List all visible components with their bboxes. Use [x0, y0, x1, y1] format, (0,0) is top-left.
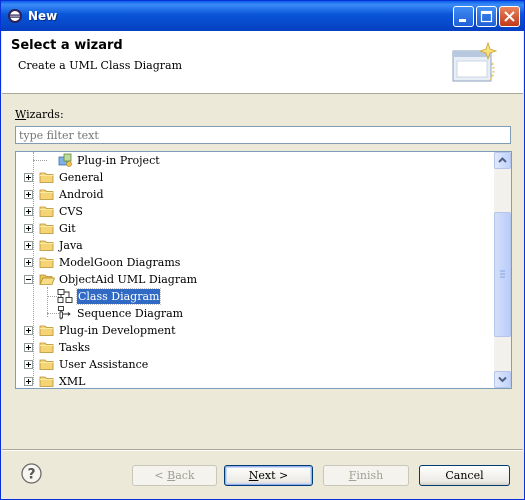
- scroll-thumb[interactable]: [494, 212, 511, 337]
- finish-button-label: inish: [356, 469, 384, 482]
- maximize-button[interactable]: [476, 6, 497, 27]
- tree-item-label: User Assistance: [59, 358, 149, 371]
- plugin-project-icon: [58, 153, 72, 167]
- tree-item-label: Plug-in Development: [59, 324, 176, 337]
- folder-icon: [39, 342, 54, 353]
- back-button-prefix: <: [154, 469, 168, 482]
- tree-vertical-scrollbar[interactable]: [494, 152, 511, 388]
- tree-item-label: ObjectAid UML Diagram: [59, 273, 198, 286]
- tree-item[interactable]: ModelGoon Diagrams: [16, 254, 494, 271]
- back-button[interactable]: < Back: [132, 465, 217, 486]
- maximize-icon: [480, 10, 493, 23]
- tree-item[interactable]: Android: [16, 186, 494, 203]
- tree-item-label: Android: [59, 188, 104, 201]
- tree-item-label: Sequence Diagram: [77, 307, 184, 320]
- tree-item[interactable]: General: [16, 169, 494, 186]
- tree-item[interactable]: User Assistance: [16, 356, 494, 373]
- eclipse-icon: [8, 9, 22, 23]
- tree-item-label: Git: [59, 222, 76, 235]
- chevron-down-icon: [498, 376, 507, 383]
- next-button[interactable]: Next >: [224, 465, 313, 486]
- page-description: Create a UML Class Diagram: [18, 59, 183, 72]
- folder-icon: [39, 206, 54, 217]
- close-button[interactable]: [499, 6, 520, 27]
- expand-icon[interactable]: [24, 241, 33, 250]
- wizards-label: Wizards:: [15, 108, 64, 121]
- page-title: Select a wizard: [11, 38, 123, 53]
- folder-icon: [39, 325, 54, 336]
- expand-icon[interactable]: [24, 360, 33, 369]
- tree-item-label: CVS: [59, 205, 83, 218]
- scroll-down-button[interactable]: [494, 371, 511, 388]
- tree-item[interactable]: Git: [16, 220, 494, 237]
- expand-icon[interactable]: [24, 258, 33, 267]
- folder-icon: [39, 376, 54, 387]
- filter-input[interactable]: [15, 126, 511, 144]
- wizard-header: Select a wizard Create a UML Class Diagr…: [2, 31, 523, 94]
- window-title: New: [28, 9, 58, 23]
- expand-icon[interactable]: [24, 377, 33, 386]
- expand-icon[interactable]: [24, 190, 33, 199]
- folder-icon: [39, 257, 54, 268]
- footer-separator: [2, 449, 523, 451]
- tree-item[interactable]: Plug-in Project: [16, 152, 494, 169]
- tree-item[interactable]: Tasks: [16, 339, 494, 356]
- back-button-label: ack: [175, 469, 195, 482]
- folder-icon: [39, 359, 54, 370]
- tree-item[interactable]: ObjectAid UML Diagram: [16, 271, 494, 288]
- finish-button[interactable]: Finish: [323, 465, 409, 486]
- expand-icon[interactable]: [24, 207, 33, 216]
- grip-icon: [500, 270, 505, 278]
- close-icon: [504, 11, 515, 22]
- folder-open-icon: [39, 274, 55, 285]
- tree-item-label: Java: [59, 239, 83, 252]
- sequence-diagram-icon: [58, 306, 71, 320]
- next-button-mnemonic: N: [248, 469, 259, 482]
- wizard-tree[interactable]: Plug-in Project General Android CVS Git Java M…: [15, 151, 512, 389]
- chevron-up-icon: [498, 157, 507, 163]
- folder-icon: [39, 172, 54, 183]
- tree-item[interactable]: XML: [16, 373, 494, 388]
- next-button-label: ext >: [258, 469, 289, 482]
- folder-icon: [39, 223, 54, 234]
- expand-icon[interactable]: [24, 326, 33, 335]
- scroll-up-button[interactable]: [494, 152, 511, 169]
- tree-item[interactable]: CVS: [16, 203, 494, 220]
- folder-icon: [39, 189, 54, 200]
- minimize-icon: [459, 19, 466, 22]
- tree-item-label: Class Diagram: [75, 288, 162, 305]
- help-icon[interactable]: ?: [21, 463, 42, 484]
- tree-item[interactable]: Java: [16, 237, 494, 254]
- tree-item[interactable]: Class Diagram: [16, 288, 494, 305]
- tree-item-label: General: [59, 171, 104, 184]
- tree-item-label: Tasks: [59, 341, 90, 354]
- wizard-banner-icon: [452, 41, 498, 82]
- class-diagram-icon: [57, 289, 73, 303]
- title-bar[interactable]: New: [1, 1, 524, 31]
- tree-item-label: XML: [59, 375, 86, 388]
- tree-item[interactable]: Plug-in Development: [16, 322, 494, 339]
- tree-item[interactable]: Sequence Diagram: [16, 305, 494, 322]
- expand-icon[interactable]: [24, 343, 33, 352]
- folder-icon: [39, 240, 54, 251]
- cancel-button[interactable]: Cancel: [419, 465, 510, 486]
- minimize-button[interactable]: [453, 6, 474, 27]
- new-wizard-dialog: New Select a wizard Create a UML Class D…: [0, 0, 525, 500]
- expand-icon[interactable]: [24, 173, 33, 182]
- collapse-icon[interactable]: [24, 275, 33, 284]
- back-button-mnemonic: B: [167, 469, 176, 482]
- tree-item-label: ModelGoon Diagrams: [59, 256, 181, 269]
- svg-text:?: ?: [27, 467, 35, 483]
- wizards-label-mnemonic: W: [15, 108, 27, 121]
- wizards-label-text: izards:: [26, 108, 64, 121]
- tree-item-label: Plug-in Project: [77, 154, 160, 167]
- expand-icon[interactable]: [24, 224, 33, 233]
